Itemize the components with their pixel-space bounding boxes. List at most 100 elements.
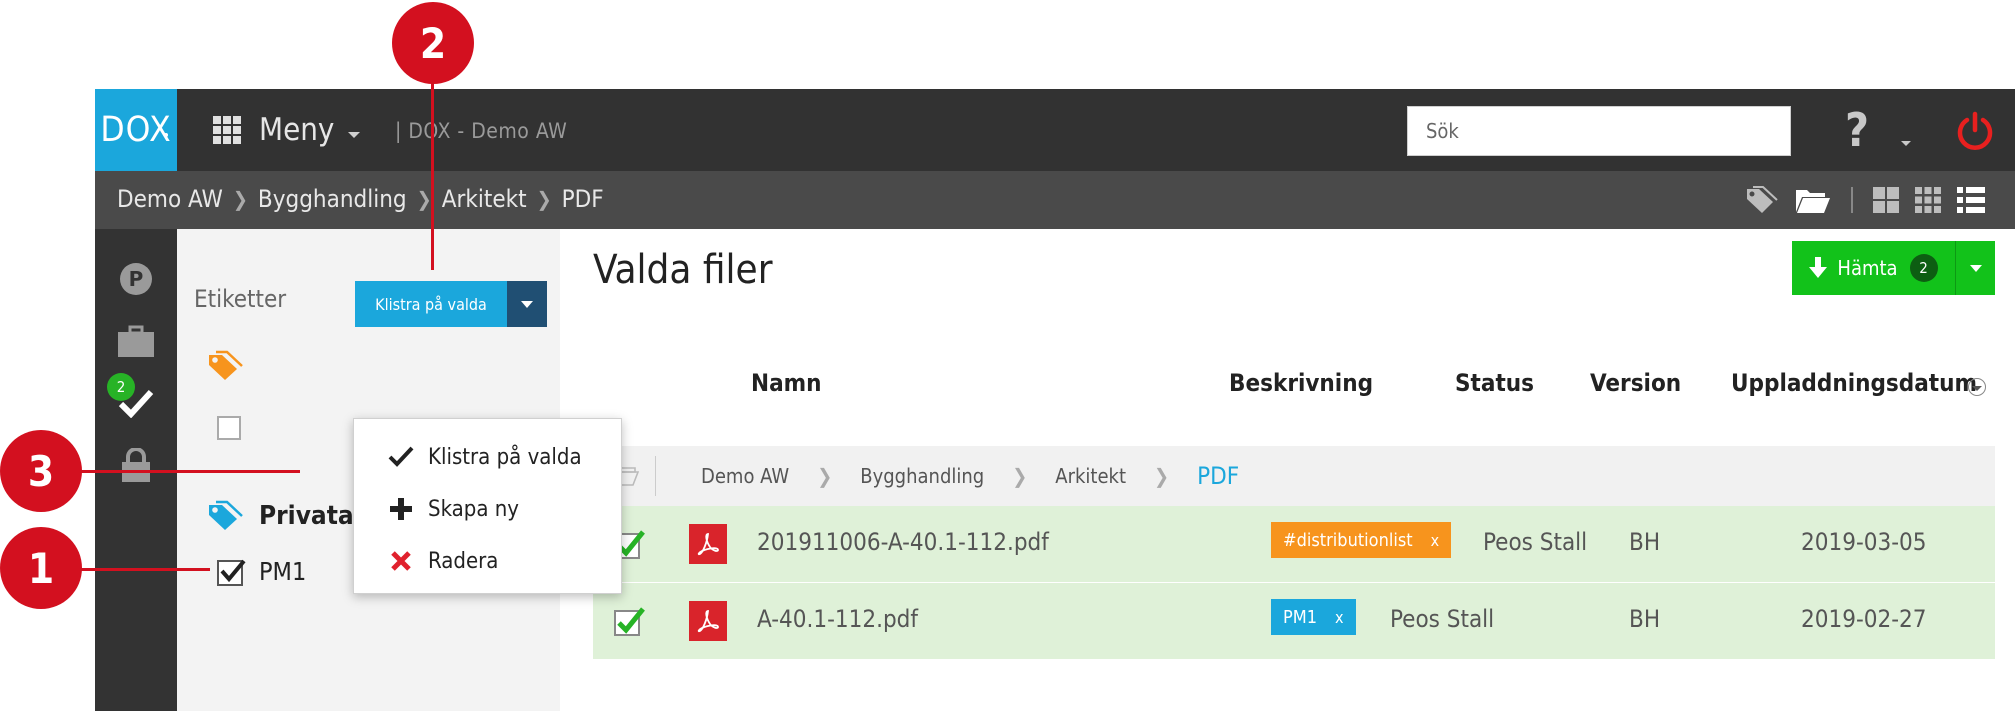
tags-icon[interactable] [1745, 185, 1779, 215]
rail-item-selected-files[interactable]: 2 [95, 373, 177, 433]
menu-button[interactable]: Meny [213, 111, 361, 149]
file-description: Peos Stall [1390, 605, 1495, 633]
menu-item-create-new[interactable]: Skapa ny [354, 484, 623, 534]
chevron-right-icon: ❯ [1012, 464, 1028, 488]
briefcase-icon [118, 325, 154, 357]
file-version: BH [1629, 528, 1661, 556]
list-view-icon[interactable] [1957, 187, 1985, 213]
rail-item-projects[interactable]: P [95, 249, 177, 309]
pdf-file-icon [689, 601, 727, 641]
arrow-down-icon [1809, 257, 1828, 278]
breadcrumb-item[interactable]: Bygghandling [258, 185, 407, 213]
apply-to-selected-button[interactable]: Klistra på valda [355, 281, 507, 327]
tag-blue-icon [209, 500, 243, 530]
tag-chip[interactable]: #distributionlist x [1271, 522, 1452, 558]
sort-icon[interactable] [1968, 378, 1986, 396]
chevron-right-icon: ❯ [416, 187, 432, 211]
annotation-marker-2: 2 [392, 2, 474, 84]
breadcrumb-item[interactable]: PDF [562, 185, 604, 213]
menu-item-label: Klistra på valda [428, 444, 582, 470]
chevron-right-icon: ❯ [817, 464, 833, 488]
download-button[interactable]: Hämta 2 [1792, 241, 1955, 295]
tag-chip[interactable]: PM1 x [1271, 599, 1356, 635]
path-item-current[interactable]: PDF [1197, 462, 1239, 490]
menu-item-apply-selected[interactable]: Klistra på valda [354, 432, 623, 482]
table-row[interactable]: A-40.1-112.pdf PM1 x Peos Stall BH 2019-… [593, 583, 1995, 659]
remove-tag-button[interactable]: x [1431, 531, 1440, 550]
rail-item-archive[interactable] [95, 311, 177, 371]
folder-path-row: Demo AW ❯ Bygghandling ❯ Arkitekt ❯ PDF [593, 446, 1995, 506]
breadcrumb-item[interactable]: Arkitekt [442, 185, 527, 213]
download-label: Hämta [1837, 256, 1898, 280]
pdf-file-icon [689, 524, 727, 564]
annotation-line [80, 470, 300, 473]
file-description: Peos Stall [1483, 528, 1588, 556]
breadcrumb-item[interactable]: Demo AW [117, 185, 223, 213]
view-tools [1745, 185, 1985, 215]
column-header-status[interactable]: Status [1455, 369, 1534, 397]
remove-tag-button[interactable]: x [1335, 608, 1344, 627]
apply-dropdown-toggle[interactable] [507, 281, 547, 327]
path-item[interactable]: Bygghandling [860, 464, 984, 488]
download-dropdown-toggle[interactable] [1955, 241, 1995, 295]
large-grid-view-icon[interactable] [1873, 187, 1899, 213]
row-checkbox[interactable] [613, 605, 645, 637]
dox-logo[interactable]: DOX [95, 89, 177, 171]
svg-text:P: P [129, 267, 144, 291]
column-header-upload-date[interactable]: Uppladdningsdatum [1731, 369, 1977, 397]
chevron-right-icon: ❯ [1154, 464, 1170, 488]
selected-count-badge: 2 [107, 373, 135, 401]
column-header-description[interactable]: Beskrivning [1229, 369, 1373, 397]
tag-pm1-label[interactable]: PM1 [259, 557, 306, 586]
file-name-link[interactable]: 201911006-A-40.1-112.pdf [757, 528, 1049, 556]
help-icon[interactable]: ? [1845, 103, 1869, 157]
column-header-version[interactable]: Version [1590, 369, 1681, 397]
annotation-marker-1: 1 [0, 527, 82, 609]
parking-p-icon: P [120, 263, 152, 295]
folder-open-icon[interactable] [1795, 186, 1831, 214]
path-item[interactable]: Arkitekt [1055, 464, 1126, 488]
column-header-name[interactable]: Namn [751, 369, 822, 397]
chevron-right-icon: ❯ [232, 187, 248, 211]
divider [1851, 187, 1853, 213]
top-bar: DOX Meny | DOX - Demo AW ? [95, 89, 2015, 171]
file-version: BH [1629, 605, 1661, 633]
download-count-badge: 2 [1909, 254, 1938, 282]
file-name-link[interactable]: A-40.1-112.pdf [757, 605, 918, 633]
annotation-line [431, 60, 434, 270]
apply-dropdown-menu: Klistra på valda Skapa ny Radera [353, 418, 622, 594]
table-row[interactable]: 201911006-A-40.1-112.pdf #distributionli… [593, 506, 1995, 582]
chevron-down-icon [521, 300, 533, 308]
upload-date: 2019-03-05 [1801, 528, 1927, 556]
apps-grid-icon [213, 116, 241, 144]
tag-orange-icon [209, 350, 243, 380]
small-grid-view-icon[interactable] [1915, 187, 1941, 213]
menu-item-delete[interactable]: Radera [354, 536, 623, 586]
plus-icon [390, 498, 412, 520]
chevron-down-icon [1969, 264, 1982, 272]
annotation-marker-3: 3 [0, 430, 82, 512]
pm1-checkbox[interactable] [217, 559, 246, 586]
breadcrumb-bar: Demo AW ❯ Bygghandling ❯ Arkitekt ❯ PDF [95, 171, 2015, 229]
breadcrumb: Demo AW ❯ Bygghandling ❯ Arkitekt ❯ PDF [117, 185, 604, 213]
menu-item-label: Skapa ny [428, 496, 520, 522]
chevron-down-icon [348, 132, 361, 138]
power-icon[interactable] [1955, 111, 1995, 151]
tag-label: PM1 [1283, 606, 1318, 628]
rail-item-locked[interactable] [95, 435, 177, 495]
upload-date: 2019-02-27 [1801, 605, 1927, 633]
x-icon [391, 551, 411, 571]
path-item[interactable]: Demo AW [701, 464, 789, 488]
folder-path: Demo AW ❯ Bygghandling ❯ Arkitekt ❯ PDF [701, 462, 1239, 490]
divider [655, 456, 656, 496]
chevron-right-icon: ❯ [536, 187, 552, 211]
help-chevron-icon[interactable] [1901, 141, 1911, 146]
app-window: DOX Meny | DOX - Demo AW ? Demo AW ❯ Byg… [95, 89, 2015, 711]
search-input[interactable] [1407, 106, 1791, 156]
menu-item-label: Radera [428, 548, 499, 574]
tags-heading: Etiketter [194, 285, 287, 313]
tag-checkbox[interactable] [217, 416, 241, 440]
private-tags-heading: Privata [259, 501, 354, 531]
menu-label: Meny [259, 112, 335, 148]
tag-label: #distributionlist [1283, 529, 1413, 551]
